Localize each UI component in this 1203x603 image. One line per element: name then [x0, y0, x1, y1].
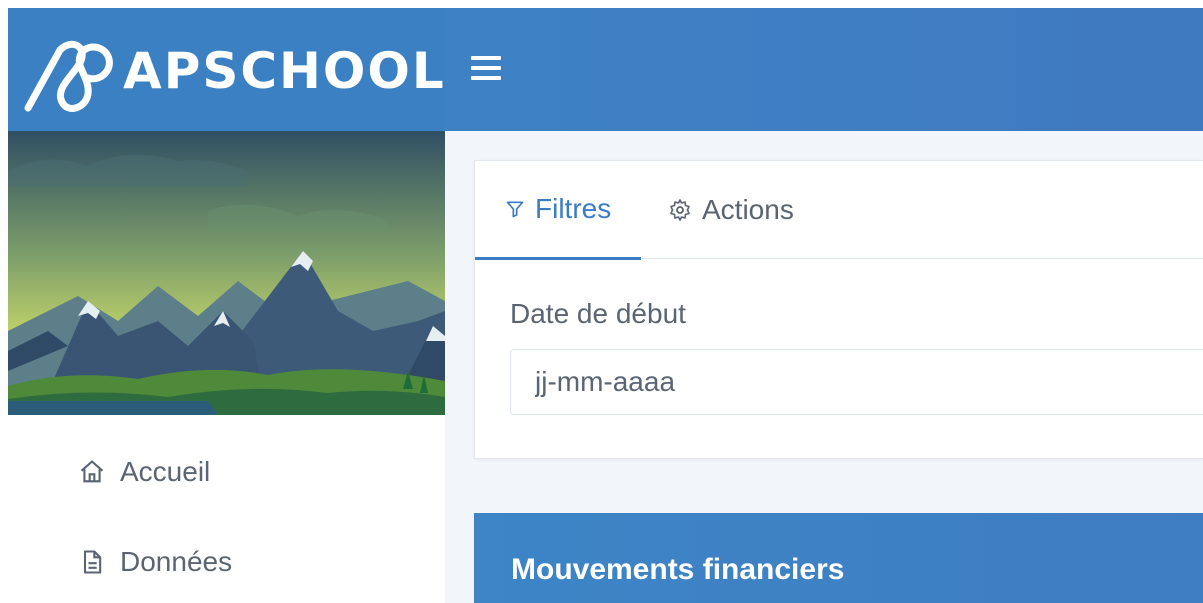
panel-title: Mouvements financiers — [511, 553, 845, 586]
brand[interactable]: APSCHOOL — [8, 8, 445, 131]
filter-icon — [506, 201, 524, 218]
tab-bar: Filtres Actions — [475, 161, 1203, 260]
tab-filtres[interactable]: Filtres — [475, 161, 641, 260]
mountain-landscape-image — [8, 131, 445, 415]
sidebar-item-donnees[interactable]: Données — [78, 546, 232, 578]
start-date-label: Date de début — [510, 298, 686, 329]
brand-name: APSCHOOL — [123, 42, 446, 100]
document-icon — [83, 550, 102, 574]
sidebar-item-accueil[interactable]: Accueil — [78, 456, 210, 488]
financial-movements-panel-header: Mouvements financiers — [474, 513, 1203, 603]
gear-icon — [670, 199, 690, 221]
app-frame: APSCHOOL Accueil Données Filtres Actions… — [8, 8, 1203, 603]
filters-card: Filtres Actions Date de début — [474, 160, 1203, 459]
sidebar-item-label: Accueil — [120, 456, 211, 487]
brand-logo-icon — [24, 40, 113, 112]
sidebar-item-label: Données — [120, 546, 233, 577]
sidebar: Accueil Données — [8, 131, 445, 603]
hamburger-menu-icon[interactable] — [471, 56, 505, 84]
home-icon — [80, 460, 104, 483]
tab-label: Actions — [702, 194, 794, 225]
tab-label: Filtres — [535, 193, 612, 224]
start-date-input[interactable] — [510, 349, 1203, 415]
top-bar: APSCHOOL — [8, 8, 1203, 131]
tab-actions[interactable]: Actions — [668, 161, 794, 259]
